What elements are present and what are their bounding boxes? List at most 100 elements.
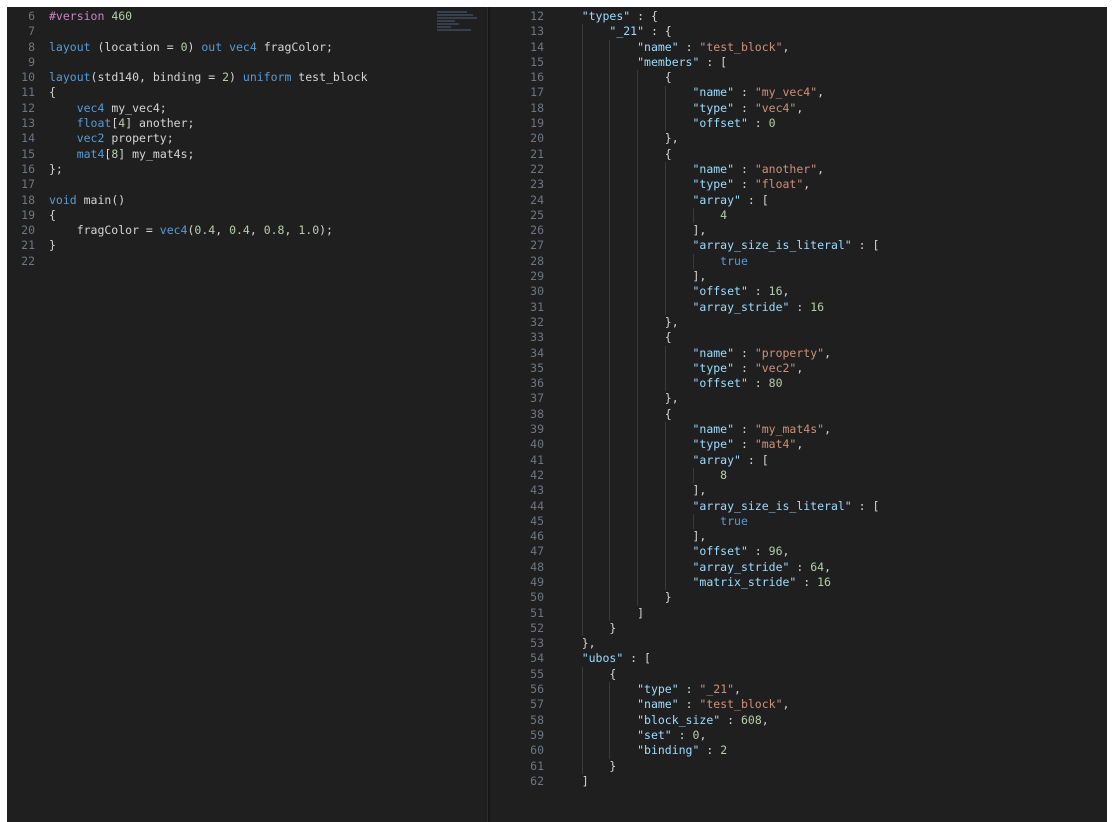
code-text: "set" : 0, xyxy=(554,728,706,743)
line-number: 10 xyxy=(21,70,35,85)
line-number: 59 xyxy=(530,727,544,742)
minimap[interactable] xyxy=(437,11,479,41)
line-number: 37 xyxy=(530,391,544,406)
code-token: : xyxy=(734,345,755,360)
code-line[interactable]: 7 xyxy=(7,24,487,39)
line-number: 56 xyxy=(530,682,544,697)
code-token: vec4 xyxy=(159,223,188,238)
code-token: } xyxy=(554,620,617,635)
code-token: "array_size_is_literal" xyxy=(692,498,852,513)
code-text: } xyxy=(554,759,616,774)
indent-guide xyxy=(581,666,583,774)
code-token: 2 xyxy=(720,743,728,758)
code-token: "array_stride" xyxy=(692,299,790,314)
code-text: "offset" : 80 xyxy=(554,376,782,391)
code-token: ); xyxy=(319,223,333,238)
code-token: , xyxy=(249,223,264,238)
line-number: 43 xyxy=(530,483,544,498)
code-token: property; xyxy=(104,131,174,146)
code-token: "types" xyxy=(581,9,631,23)
line-number: 6 xyxy=(28,9,35,23)
line-number: 21 xyxy=(21,238,35,253)
code-token: : xyxy=(796,574,818,589)
code-text: "name" : "another", xyxy=(554,162,824,177)
code-token: , xyxy=(824,559,831,574)
code-token: 16 xyxy=(817,574,831,589)
code-line[interactable]: 20 fragColor = vec4(0.4, 0.4, 0.8, 1.0); xyxy=(7,223,487,238)
code-line[interactable]: 12 vec4 my_vec4; xyxy=(7,101,487,116)
json-code-lines[interactable]: 12 "types" : {13 "_21" : {14 "name" : "t… xyxy=(490,9,1107,789)
code-token: : xyxy=(678,682,700,697)
code-line[interactable]: 21} xyxy=(7,238,487,253)
code-token: : [ xyxy=(740,452,769,467)
code-token: 0.4 xyxy=(194,223,216,238)
code-token: : [ xyxy=(740,192,769,207)
code-token: layout xyxy=(49,39,91,54)
code-token: mat4 xyxy=(76,146,105,161)
code-text: { xyxy=(554,147,672,162)
json-editor-pane[interactable]: 12 "types" : {13 "_21" : {14 "name" : "t… xyxy=(490,7,1107,822)
code-token: ] xyxy=(554,773,589,788)
code-line[interactable]: 18 void main() xyxy=(7,193,487,208)
code-token: , xyxy=(699,727,707,742)
code-line[interactable]: 14 vec2 property; xyxy=(7,131,487,146)
code-line[interactable]: 62 ] xyxy=(490,774,1107,789)
code-token: ] another; xyxy=(125,116,195,131)
glsl-code-lines[interactable]: 6 #version 460 7 8 layout (location = 0) out… xyxy=(7,9,487,269)
line-number: 16 xyxy=(530,70,544,85)
code-line[interactable]: 15 mat4[8] my_mat4s; xyxy=(7,147,487,162)
line-number: 44 xyxy=(530,498,544,513)
line-number: 29 xyxy=(530,269,544,284)
code-token: ], xyxy=(554,529,707,544)
line-number: 35 xyxy=(530,360,544,375)
line-number: 27 xyxy=(530,238,544,253)
code-line[interactable]: 16}; xyxy=(7,162,487,177)
code-text: "array_stride" : 16 xyxy=(554,300,824,315)
code-token: , xyxy=(817,161,825,176)
code-line[interactable]: 13 float[4] another; xyxy=(7,116,487,131)
indent-guide xyxy=(664,85,666,132)
code-line[interactable]: 54 "ubos" : [ xyxy=(490,651,1107,666)
code-line[interactable]: 19 { xyxy=(7,208,487,223)
code-line[interactable]: 53 }, xyxy=(490,636,1107,651)
code-line[interactable]: 10 layout(std140, binding = 2) uniform te… xyxy=(7,70,487,85)
code-text: { xyxy=(554,407,672,422)
code-token: "array" xyxy=(692,452,741,467)
code-text: "type" : "mat4", xyxy=(554,437,803,452)
code-token: } xyxy=(554,758,617,773)
code-line[interactable]: 6 #version 460 xyxy=(7,9,487,24)
code-line[interactable]: 12 "types" : { xyxy=(490,9,1107,24)
code-token: } xyxy=(554,590,672,605)
line-number: 26 xyxy=(530,223,544,238)
indent-guide xyxy=(609,682,611,759)
code-line[interactable]: 9 xyxy=(7,55,487,70)
line-number: 7 xyxy=(28,24,35,39)
line-number: 19 xyxy=(21,207,35,222)
line-number: 15 xyxy=(21,146,35,161)
code-token: : xyxy=(699,743,721,758)
code-token: : xyxy=(678,697,700,712)
code-token: "block_size" xyxy=(637,712,721,727)
code-token: ], xyxy=(554,223,707,238)
code-line[interactable]: 22 xyxy=(7,254,487,269)
code-line[interactable]: 17 xyxy=(7,177,487,192)
code-token: uniform xyxy=(242,70,292,85)
code-text: "members" : [ xyxy=(554,55,727,70)
indent-guide xyxy=(581,24,583,637)
code-token: : xyxy=(789,559,811,574)
code-text: }, xyxy=(554,391,679,406)
glsl-editor-pane[interactable]: 6 #version 460 7 8 layout (location = 0) out… xyxy=(7,7,487,822)
code-line[interactable]: 8 layout (location = 0) out vec4 fragColo… xyxy=(7,40,487,55)
code-line[interactable]: 11 { xyxy=(7,85,487,100)
line-number: 40 xyxy=(530,437,544,452)
code-token: : { xyxy=(630,9,658,23)
code-token: out xyxy=(201,39,223,54)
